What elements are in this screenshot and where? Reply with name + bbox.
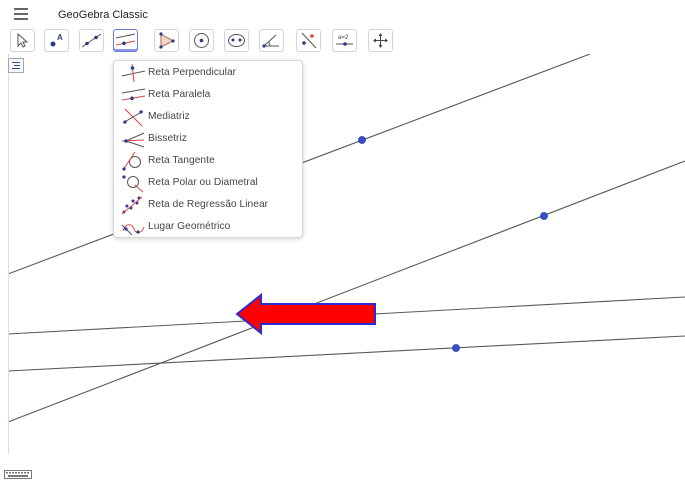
cursor-arrow-icon [17,32,29,48]
title-bar: GeoGebra Classic [0,0,685,28]
point-on-line-a[interactable] [358,136,366,144]
app-title: GeoGebra Classic [58,9,148,21]
circle-icon [194,33,209,48]
submenu-item-reta-paralela[interactable]: Reta Paralela [114,84,302,106]
parallel-line-icon [115,33,136,46]
submenu-item-bissetriz[interactable]: Bissetriz [114,128,302,150]
virtual-keyboard-icon[interactable] [4,470,32,479]
toolbar: A a=2 [0,28,685,54]
view-left-border [0,54,9,454]
slider-tool-button[interactable]: a=2 [332,29,357,52]
polygon-icon [159,32,175,49]
graphics-view[interactable] [0,54,685,483]
tangents-icon [122,151,141,171]
line-through-two-points-icon [81,33,102,48]
move-graphics-view-tool-button[interactable] [368,29,393,52]
submenu-item-reta-tangente[interactable]: Reta Tangente [114,150,302,172]
red-arrow-annotation [235,292,376,336]
submenu-item-lugar-geometrico[interactable]: Lugar Geométrico [114,216,302,238]
algebra-view-toggle-icon[interactable] [8,58,24,73]
point-on-line-d[interactable] [452,344,460,352]
move-tool-button[interactable] [10,29,35,52]
hamburger-menu-icon[interactable] [14,6,28,20]
line-tool-button[interactable] [79,29,104,52]
submenu-item-reta-regressao[interactable]: Reta de Regressão Linear [114,194,302,216]
slider-icon: a=2 [336,35,353,46]
svg-text:A: A [57,33,63,42]
angle-bisector-icon [121,132,145,148]
locus-icon [121,224,145,236]
angle-icon [262,34,279,48]
tool-submenu: Reta Perpendicular Reta Paralela Mediatr… [113,60,303,238]
perpendicular-line-tool-button[interactable] [113,29,138,52]
submenu-item-mediatriz[interactable]: Mediatriz [114,106,302,128]
polar-line-icon [122,175,144,193]
line-d[interactable] [7,335,685,372]
point-icon: A [50,33,63,47]
svg-text:a=2: a=2 [338,35,349,41]
point-on-line-b[interactable] [540,212,548,220]
move-view-icon [373,33,388,48]
line-b[interactable] [7,160,685,423]
perpendicular-bisector-icon [122,108,144,127]
point-tool-button[interactable]: A [44,29,69,52]
submenu-item-reta-perpendicular[interactable]: Reta Perpendicular [114,62,302,84]
reflect-about-line-icon [301,32,317,49]
ellipse-icon [228,34,245,47]
perpendicular-line-icon [121,63,146,83]
angle-tool-button[interactable] [259,29,284,52]
best-fit-line-icon [121,196,143,215]
polygon-tool-button[interactable] [154,29,179,52]
submenu-item-reta-polar[interactable]: Reta Polar ou Diametral [114,172,302,194]
parallel-line-icon [121,88,146,101]
circle-tool-button[interactable] [189,29,214,52]
ellipse-tool-button[interactable] [224,29,249,52]
reflect-tool-button[interactable] [296,29,321,52]
